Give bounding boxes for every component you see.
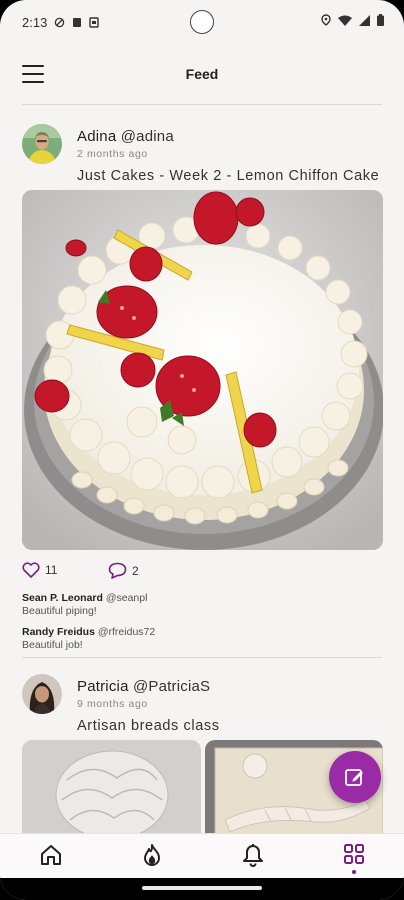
shield-icon bbox=[55, 17, 65, 27]
hamburger-menu-icon[interactable] bbox=[22, 65, 44, 83]
comment-text: Beautiful piping! bbox=[22, 605, 97, 617]
post-author[interactable]: Adina @adina bbox=[77, 128, 174, 145]
post-caption: Just Cakes - Week 2 - Lemon Chiffon Cake bbox=[77, 168, 380, 184]
avatar[interactable] bbox=[22, 124, 62, 164]
phone-screen: 2:13 Feed Adina @adina 2 months ago Just… bbox=[0, 0, 404, 900]
heart-icon bbox=[22, 562, 40, 578]
signal-icon bbox=[359, 14, 370, 26]
status-bar: 2:13 bbox=[0, 0, 404, 44]
bell-icon bbox=[243, 844, 263, 867]
nav-trending[interactable] bbox=[137, 840, 167, 870]
post-caption: Artisan breads class bbox=[77, 718, 220, 734]
wifi-icon bbox=[338, 15, 352, 26]
app-bar: Feed bbox=[0, 46, 404, 102]
author-name: Patricia bbox=[77, 678, 129, 695]
edit-icon bbox=[345, 769, 363, 786]
comment-author-name: Randy Freidus bbox=[22, 626, 95, 638]
battery-icon bbox=[377, 14, 384, 26]
post-divider bbox=[22, 657, 382, 658]
nav-more[interactable] bbox=[339, 840, 369, 874]
comment-author-handle: @rfreidus72 bbox=[97, 626, 156, 638]
front-camera bbox=[190, 10, 214, 34]
author-handle: @adina bbox=[120, 128, 174, 145]
home-icon bbox=[41, 845, 61, 865]
comment-author-name: Sean P. Leonard bbox=[22, 592, 103, 604]
home-indicator[interactable] bbox=[142, 886, 262, 890]
active-indicator bbox=[352, 870, 356, 874]
like-count: 11 bbox=[45, 563, 58, 577]
status-time: 2:13 bbox=[22, 14, 48, 30]
card-icon bbox=[73, 17, 82, 27]
comment-author[interactable]: Sean P. Leonard @seanpl bbox=[22, 592, 147, 604]
comment-icon bbox=[108, 562, 127, 579]
location-icon bbox=[321, 14, 331, 26]
bottom-navigation bbox=[0, 833, 404, 878]
like-button[interactable]: 11 bbox=[22, 562, 57, 578]
comment-button[interactable]: 2 bbox=[108, 562, 139, 579]
comment-text: Beautiful job! bbox=[22, 639, 83, 651]
author-handle: @PatriciaS bbox=[133, 678, 211, 695]
page-title: Feed bbox=[185, 66, 219, 82]
header-divider bbox=[22, 104, 382, 105]
gesture-bar bbox=[0, 878, 404, 900]
strawberry-lemon-cake-photo[interactable] bbox=[22, 190, 383, 550]
braided-bread-photo[interactable] bbox=[22, 740, 201, 833]
comment-count: 2 bbox=[132, 563, 139, 578]
comment-author[interactable]: Randy Freidus @rfreidus72 bbox=[22, 626, 155, 638]
fire-icon bbox=[144, 844, 160, 866]
post-time: 9 months ago bbox=[77, 698, 148, 710]
nav-notifications[interactable] bbox=[238, 840, 268, 870]
post-author[interactable]: Patricia @PatriciaS bbox=[77, 678, 210, 695]
grid-icon bbox=[344, 844, 364, 864]
image-icon bbox=[89, 16, 100, 28]
post-time: 2 months ago bbox=[77, 148, 148, 160]
nav-home[interactable] bbox=[36, 840, 66, 870]
create-post-button[interactable] bbox=[329, 751, 381, 803]
comment-author-handle: @seanpl bbox=[105, 592, 148, 604]
author-name: Adina bbox=[77, 128, 117, 145]
avatar[interactable] bbox=[22, 674, 62, 714]
